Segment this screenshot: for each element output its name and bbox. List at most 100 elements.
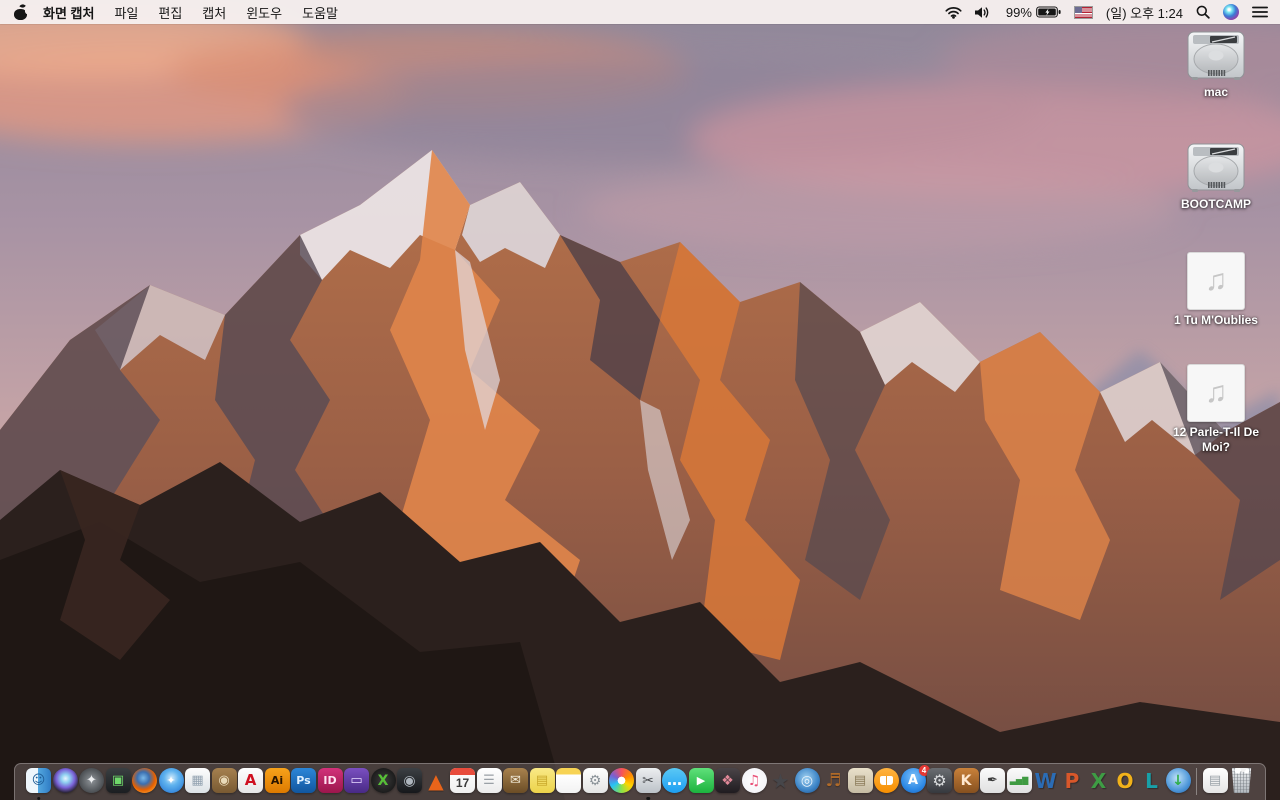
spotlight-search-icon[interactable] bbox=[1196, 5, 1210, 19]
open-book-icon bbox=[880, 776, 893, 785]
dock-garageband-icon[interactable]: ♬ bbox=[821, 768, 846, 799]
dock-grab-screen-capture-icon[interactable]: ✂ bbox=[635, 768, 661, 800]
hard-drive-icon bbox=[1187, 31, 1245, 81]
apple-menu-icon[interactable] bbox=[14, 2, 27, 20]
menu-file[interactable]: 파일 bbox=[114, 3, 138, 22]
battery-percent: 99% bbox=[1005, 4, 1032, 20]
desktop-icon-label: BOOTCAMP bbox=[1181, 197, 1251, 211]
desktop-icon-label: mac bbox=[1203, 85, 1229, 99]
dock-contacts-icon[interactable]: ◉ bbox=[211, 768, 237, 799]
dock-vlc-icon[interactable]: ▲ bbox=[424, 768, 449, 799]
dock-photoshop-icon[interactable]: Ps bbox=[291, 768, 316, 799]
garageband-glyph: ♬ bbox=[825, 769, 842, 791]
system-preferences-glyph: ⚙ bbox=[932, 770, 947, 790]
menu-edit[interactable]: 편집 bbox=[158, 3, 182, 22]
dock-photo-settings-utility-icon[interactable]: ⚙ bbox=[582, 768, 608, 799]
dock-calendar-icon[interactable]: 17 bbox=[450, 768, 475, 799]
lync-glyph: L bbox=[1145, 768, 1158, 793]
dock-trash-icon[interactable] bbox=[1229, 768, 1254, 799]
battery-status[interactable]: 99% bbox=[1006, 5, 1061, 20]
dock-toast-titanium-icon[interactable]: ▭ bbox=[344, 768, 369, 799]
itunes-glyph: ♫ bbox=[747, 772, 761, 789]
dock-stickies-icon[interactable]: ▤ bbox=[529, 768, 555, 799]
wifi-icon[interactable] bbox=[945, 6, 962, 19]
dock-excel-icon[interactable]: X bbox=[1086, 768, 1111, 799]
dock-download-manager-icon[interactable]: ↓ bbox=[1165, 768, 1191, 799]
dock-powerpoint-icon[interactable]: P bbox=[1060, 768, 1085, 799]
menu-help[interactable]: 도움말 bbox=[302, 3, 338, 22]
dock-display-utility-icon[interactable]: ▣ bbox=[105, 768, 131, 799]
audio-file-icon: ♫ bbox=[1187, 364, 1245, 422]
dock-preview-icon[interactable]: ▦ bbox=[185, 768, 210, 799]
menu-bar-status: 99% (일) 오후 1:24 bbox=[945, 3, 1280, 22]
dock-keynote-icon[interactable]: K bbox=[953, 768, 979, 799]
photo-settings-utility-glyph: ⚙ bbox=[588, 772, 602, 789]
finder-running-indicator bbox=[36, 796, 41, 800]
siri-menu-icon[interactable] bbox=[1223, 4, 1239, 20]
display-utility-glyph: ▣ bbox=[111, 773, 125, 788]
preview-glyph: ▦ bbox=[191, 773, 204, 788]
photo-booth-glyph: ❖ bbox=[721, 772, 734, 789]
trash-basket bbox=[1231, 768, 1252, 793]
toast-titanium-glyph: ▭ bbox=[350, 773, 363, 788]
dock-photos-icon[interactable] bbox=[609, 768, 634, 799]
input-source-us-flag-icon[interactable] bbox=[1073, 5, 1093, 19]
word-glyph: W bbox=[1034, 768, 1057, 793]
dock-facetime-icon[interactable]: ▶ bbox=[688, 768, 714, 799]
dock-disk-drive-utility-icon[interactable]: ◉ bbox=[397, 768, 422, 799]
indesign-glyph: ID bbox=[323, 774, 337, 787]
dock-reminders-icon[interactable]: ☰ bbox=[476, 768, 502, 799]
safari-glyph: ✦ bbox=[166, 774, 176, 787]
dock-finder-icon[interactable]: ☺ bbox=[26, 768, 51, 800]
dock-launchpad-icon[interactable]: ✦ bbox=[79, 768, 104, 799]
dock-firefox-icon[interactable] bbox=[132, 768, 157, 799]
dock-outlook-icon[interactable]: O bbox=[1113, 768, 1138, 799]
outlook-glyph: O bbox=[1116, 768, 1134, 793]
messages-glyph: … bbox=[667, 771, 682, 789]
keynote-glyph: K bbox=[960, 772, 972, 789]
dock-notes-icon[interactable] bbox=[556, 768, 581, 799]
dock-messages-icon[interactable]: … bbox=[662, 768, 687, 799]
dock-imovie-icon[interactable]: ★ bbox=[768, 768, 793, 799]
dock-app-store-icon[interactable]: A4 bbox=[900, 765, 930, 799]
dock-collage-templates-icon[interactable]: ▤ bbox=[847, 768, 873, 799]
desktop-icon-mac-drive[interactable]: mac bbox=[1160, 30, 1272, 100]
menu-capture[interactable]: 캡처 bbox=[202, 3, 226, 22]
powerpoint-glyph: P bbox=[1064, 768, 1080, 793]
dock-photo-booth-icon[interactable]: ❖ bbox=[715, 768, 740, 799]
dock-document-file-icon[interactable]: ▤ bbox=[1202, 768, 1228, 799]
dock-safari-icon[interactable]: ✦ bbox=[158, 768, 184, 799]
reminders-glyph: ☰ bbox=[483, 773, 495, 788]
dock-lync-icon[interactable]: L bbox=[1139, 768, 1164, 799]
active-app-menu[interactable]: 화면 캡처 bbox=[43, 3, 94, 22]
desktop-icon-bootcamp-drive[interactable]: BOOTCAMP bbox=[1160, 142, 1272, 212]
desktop-icon-label: 12 Parle-T-Il De Moi? bbox=[1172, 425, 1260, 454]
menu-bar-clock[interactable]: (일) 오후 1:24 bbox=[1106, 3, 1183, 22]
menu-window[interactable]: 윈도우 bbox=[246, 3, 282, 22]
dock-pages-icon[interactable]: ✒ bbox=[980, 768, 1005, 799]
dock-acrobat-reader-icon[interactable]: A bbox=[238, 768, 263, 799]
notification-center-icon[interactable] bbox=[1252, 6, 1268, 18]
imovie-glyph: ★ bbox=[771, 768, 790, 793]
battery-icon bbox=[1036, 6, 1061, 18]
dock-wooden-crate-mail-icon[interactable]: ✉ bbox=[503, 768, 528, 799]
dock-siri-icon[interactable] bbox=[52, 768, 78, 799]
dock-system-preferences-icon[interactable]: ⚙ bbox=[927, 768, 952, 799]
finder-glyph: ☺ bbox=[31, 773, 46, 788]
dock-video-converter-icon[interactable]: X bbox=[370, 768, 396, 799]
dock-word-icon[interactable]: W bbox=[1033, 768, 1058, 799]
desktop-icon-audio-file-2[interactable]: ♫ 12 Parle-T-Il De Moi? bbox=[1160, 364, 1272, 455]
desktop-icon-audio-file-1[interactable]: ♫ 1 Tu M'Oublies bbox=[1160, 252, 1272, 328]
pages-glyph: ✒ bbox=[987, 773, 998, 788]
idvd-glyph: ◎ bbox=[800, 772, 814, 789]
calendar-red-header bbox=[450, 768, 475, 775]
dock-illustrator-icon[interactable]: Ai bbox=[264, 768, 290, 799]
dock-numbers-icon[interactable]: ▃▅▇ bbox=[1006, 768, 1032, 799]
dock-indesign-icon[interactable]: ID bbox=[317, 768, 343, 799]
facetime-glyph: ▶ bbox=[696, 774, 706, 787]
volume-icon[interactable] bbox=[974, 6, 993, 19]
dock-idvd-icon[interactable]: ◎ bbox=[794, 768, 820, 799]
dock: ☺ ✦ ▣ ✦ ▦ ◉ A Ai Ps ID ▭ X ◉ ▲ 17 ☰ ✉ ▤ ⚙ ✂… ▶ ❖ ♫ ★ ◎ ♬ ▤ A 4 ⚙ K ✒ ▃▅▇… bbox=[14, 763, 1266, 800]
dock-itunes-icon[interactable]: ♫ bbox=[741, 768, 767, 799]
dock-ibooks-icon[interactable] bbox=[874, 768, 899, 799]
